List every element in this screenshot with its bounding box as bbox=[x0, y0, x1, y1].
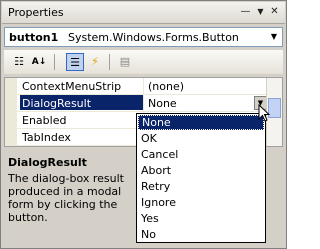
property-name: DialogResult bbox=[20, 95, 143, 110]
object-selector-combobox[interactable]: button1 System.Windows.Forms.Button ▼ bbox=[4, 27, 283, 47]
property-value[interactable]: None bbox=[143, 95, 267, 111]
dropdown-item[interactable]: Retry bbox=[138, 179, 264, 194]
title-bar[interactable]: Properties — ▼ ✕ bbox=[2, 2, 285, 24]
properties-toolbar: ☷ A↓ ☰ ⚡ ▤ bbox=[4, 50, 283, 74]
dropdown-item[interactable]: Yes bbox=[138, 211, 264, 226]
dropdown-item[interactable]: OK bbox=[138, 131, 264, 146]
dropdown-item[interactable]: None bbox=[138, 115, 264, 130]
property-pages-icon[interactable]: ▤ bbox=[116, 53, 134, 71]
dropdown-item[interactable]: Cancel bbox=[138, 147, 264, 162]
description-text: The dialog-box result produced in a moda… bbox=[8, 172, 124, 224]
mouse-pointer-icon bbox=[258, 104, 270, 122]
object-name: button1 bbox=[9, 31, 59, 44]
window-title: Properties bbox=[8, 6, 64, 19]
chevron-down-icon[interactable]: ▼ bbox=[266, 28, 282, 46]
window-position-menu-icon[interactable]: ▼ bbox=[254, 6, 267, 19]
property-value[interactable]: (none) bbox=[143, 78, 267, 94]
description-title: DialogResult bbox=[8, 156, 87, 169]
events-view-icon[interactable]: ⚡ bbox=[86, 53, 104, 71]
dropdown-item[interactable]: Abort bbox=[138, 163, 264, 178]
dialogresult-dropdown-list[interactable]: None OK Cancel Abort Retry Ignore Yes No bbox=[136, 113, 266, 243]
categorized-view-icon[interactable]: ☷ bbox=[10, 53, 28, 71]
auto-hide-pin-icon[interactable]: — bbox=[239, 6, 252, 19]
property-name: Enabled bbox=[22, 114, 67, 127]
property-row[interactable]: ContextMenuStrip (none) bbox=[17, 78, 267, 95]
dropdown-item[interactable]: Ignore bbox=[138, 195, 264, 210]
property-row-selected[interactable]: DialogResult None ▼ bbox=[17, 95, 267, 112]
properties-view-icon[interactable]: ☰ bbox=[66, 53, 84, 71]
toolbar-separator bbox=[54, 54, 55, 70]
dropdown-item[interactable]: No bbox=[138, 227, 264, 242]
alphabetical-sort-icon[interactable]: A↓ bbox=[30, 53, 48, 71]
property-name: ContextMenuStrip bbox=[22, 80, 122, 93]
property-name: TabIndex bbox=[22, 131, 71, 144]
object-type: System.Windows.Forms.Button bbox=[68, 31, 239, 44]
close-icon[interactable]: ✕ bbox=[268, 6, 281, 19]
toolbar-separator bbox=[109, 54, 110, 70]
grid-gutter bbox=[5, 78, 17, 146]
